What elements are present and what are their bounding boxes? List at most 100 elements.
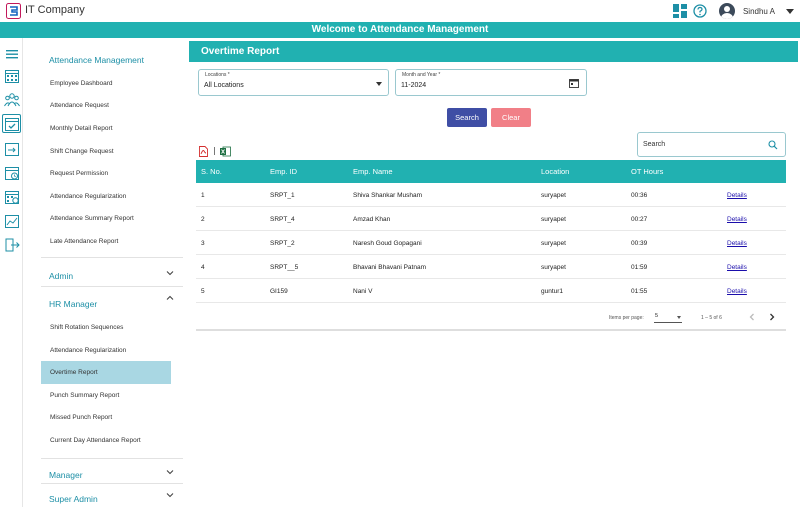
locations-value: All Locations [204, 82, 244, 89]
cell-ot-hours: 00:39 [631, 240, 648, 247]
search-button[interactable]: Search [447, 108, 487, 127]
chevron-down-icon[interactable] [786, 8, 794, 14]
details-link[interactable]: Details [727, 192, 747, 199]
menu-item-request-permission[interactable]: Request Permission [50, 170, 108, 177]
divider [214, 147, 215, 155]
cell-sno: 5 [201, 288, 205, 295]
menu-item-hr-attendance-regularization[interactable]: Attendance Regularization [50, 347, 126, 354]
logout-icon[interactable] [2, 235, 21, 254]
cell-location: suryapet [541, 216, 566, 223]
dashboard-icon[interactable] [672, 4, 687, 18]
section-admin[interactable]: Admin [49, 271, 73, 281]
cell-emp-name: Naresh Goud Gopagani [353, 240, 422, 247]
details-link[interactable]: Details [727, 288, 747, 295]
menu-item-late-attendance-report[interactable]: Late Attendance Report [50, 238, 118, 245]
section-hr-manager[interactable]: HR Manager [49, 299, 97, 309]
month-year-field[interactable]: Month and Year * 11-2024 [395, 69, 587, 96]
cell-emp-id: GI159 [270, 288, 288, 295]
previous-page-icon[interactable] [747, 312, 757, 322]
cell-ot-hours: 01:55 [631, 288, 648, 295]
menu-item-attendance-request[interactable]: Attendance Request [50, 102, 109, 109]
calendar-clock-icon[interactable] [2, 187, 21, 206]
divider [41, 286, 183, 287]
schedule-icon[interactable] [2, 163, 21, 182]
chevron-down-icon [677, 316, 681, 319]
details-link[interactable]: Details [727, 240, 747, 247]
welcome-banner: Welcome to Attendance Management [0, 22, 800, 38]
help-icon[interactable] [693, 4, 707, 18]
username[interactable]: Sindhu A [743, 7, 775, 16]
page-size-value: 5 [655, 313, 659, 319]
menu-icon[interactable] [2, 44, 21, 63]
cell-emp-name: Amzad Khan [353, 216, 391, 223]
cell-location: suryapet [541, 192, 566, 199]
cell-sno: 4 [201, 264, 205, 271]
section-manager[interactable]: Manager [49, 470, 83, 480]
table-row: 4 SRPT__5 Bhavani Bhavani Patnam suryape… [196, 255, 786, 279]
cell-sno: 1 [201, 192, 205, 199]
locations-select[interactable]: Locations * All Locations [198, 69, 389, 96]
menu-item-employee-dashboard[interactable]: Employee Dashboard [50, 80, 113, 87]
column-header-emp-id: Emp. ID [270, 167, 298, 176]
header-actions: Sindhu A [672, 1, 794, 21]
chart-icon[interactable] [2, 211, 21, 230]
next-page-icon[interactable] [767, 312, 777, 322]
menu-item-attendance-regularization[interactable]: Attendance Regularization [50, 193, 126, 200]
column-header-location: Location [541, 167, 570, 176]
paginator: Items per page: 5 1 – 5 of 6 [196, 303, 786, 331]
menu-item-punch-summary-report[interactable]: Punch Summary Report [50, 392, 119, 399]
calendar-check-icon[interactable] [2, 114, 21, 133]
user-avatar-icon[interactable] [718, 3, 735, 19]
menu-item-shift-rotation-sequences[interactable]: Shift Rotation Sequences [50, 324, 123, 331]
top-bar: IT Company Sindhu A [0, 0, 800, 22]
locations-label: Locations * [205, 72, 230, 78]
column-header-sno: S. No. [201, 167, 222, 176]
cell-ot-hours: 00:36 [631, 192, 648, 199]
cell-emp-id: SRPT_2 [270, 240, 295, 247]
table-row: 5 GI159 Nani V guntur1 01:55 Details [196, 279, 786, 303]
calendar-icon[interactable] [569, 78, 579, 88]
menu-item-current-day-attendance-report[interactable]: Current Day Attendance Report [50, 437, 141, 444]
team-icon[interactable] [2, 90, 21, 109]
table-row: 2 SRPT_4 Amzad Khan suryapet 00:27 Detai… [196, 207, 786, 231]
chevron-up-icon[interactable] [166, 294, 174, 302]
cell-ot-hours: 01:59 [631, 264, 648, 271]
cell-sno: 2 [201, 216, 205, 223]
divider [41, 257, 183, 258]
details-link[interactable]: Details [727, 216, 747, 223]
section-attendance-management[interactable]: Attendance Management [49, 55, 144, 65]
chevron-down-icon[interactable] [166, 491, 174, 499]
calendar-grid-icon[interactable] [2, 66, 21, 85]
chevron-down-icon[interactable] [166, 468, 174, 476]
clear-button[interactable]: Clear [491, 108, 531, 127]
search-field[interactable]: Search [637, 132, 786, 157]
page-range: 1 – 5 of 6 [701, 315, 722, 321]
cell-emp-name: Bhavani Bhavani Patnam [353, 264, 426, 271]
company-name: IT Company [25, 4, 85, 16]
chevron-down-icon [376, 82, 382, 86]
menu-item-missed-punch-report[interactable]: Missed Punch Report [50, 414, 112, 421]
month-year-label: Month and Year * [402, 72, 441, 78]
search-input[interactable]: Search [643, 141, 665, 148]
menu-item-attendance-summary-report[interactable]: Attendance Summary Report [50, 215, 134, 222]
company-logo-icon [6, 3, 21, 19]
column-header-ot-hours: OT Hours [631, 167, 664, 176]
pdf-icon[interactable] [199, 146, 208, 157]
menu-item-monthly-detail-report[interactable]: Monthly Detail Report [50, 125, 113, 132]
section-super-admin[interactable]: Super Admin [49, 494, 98, 504]
menu-item-shift-change-request[interactable]: Shift Change Request [50, 148, 114, 155]
icon-rail [0, 38, 23, 507]
page-size-select[interactable]: 5 [654, 312, 682, 323]
divider [41, 458, 183, 459]
chevron-down-icon[interactable] [166, 269, 174, 277]
excel-icon[interactable] [220, 146, 231, 157]
menu-item-overtime-report[interactable]: Overtime Report [50, 369, 98, 376]
side-menu: Attendance Management Employee Dashboard… [41, 38, 183, 507]
shift-swap-icon[interactable] [2, 139, 21, 158]
cell-emp-name: Shiva Shankar Musham [353, 192, 423, 199]
details-link[interactable]: Details [727, 264, 747, 271]
table-row: 3 SRPT_2 Naresh Goud Gopagani suryapet 0… [196, 231, 786, 255]
cell-emp-name: Nani V [353, 288, 373, 295]
cell-emp-id: SRPT_1 [270, 192, 295, 199]
search-icon[interactable] [768, 140, 778, 150]
